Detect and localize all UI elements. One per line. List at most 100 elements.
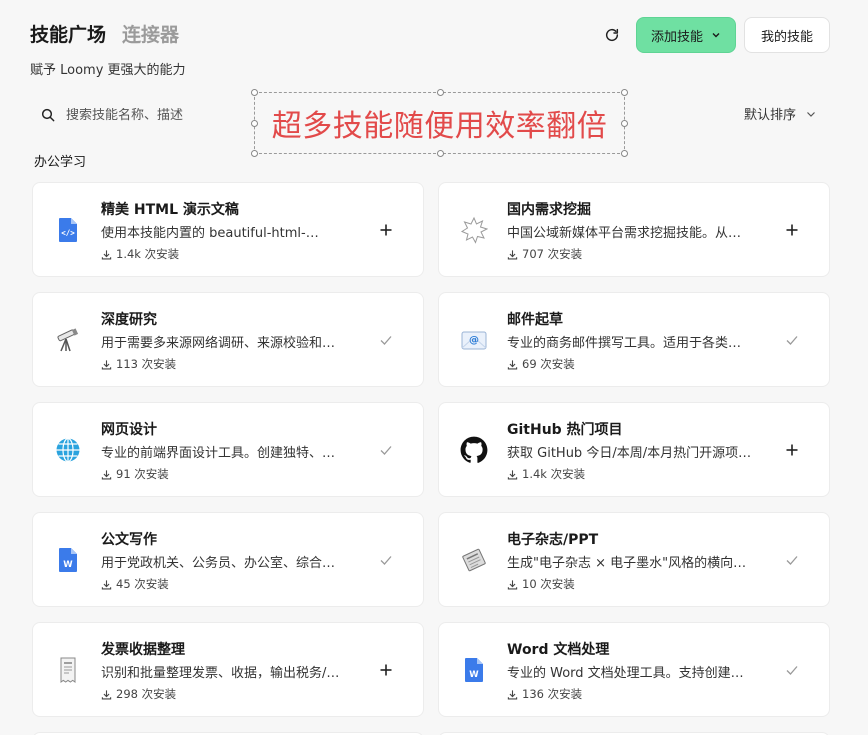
download-icon	[101, 469, 112, 480]
search-input[interactable]	[66, 107, 226, 123]
add-skill-icon-button[interactable]	[377, 661, 395, 679]
install-count: 91 次安装	[101, 466, 361, 482]
skill-title: 国内需求挖掘	[507, 202, 591, 218]
skill-card[interactable]: 发票收据整理 识别和批量整理发票、收据，输出税务/… 298 次安装	[32, 622, 424, 717]
add-skill-icon-button[interactable]	[783, 221, 801, 239]
receipt-icon	[53, 655, 83, 685]
add-skill-icon-button[interactable]	[377, 221, 395, 239]
skill-grid: </> 精美 HTML 演示文稿使用本技能内置的 beautiful-html-……	[32, 182, 830, 735]
download-icon	[507, 249, 518, 260]
install-count: 10 次安装	[507, 576, 767, 592]
refresh-icon	[605, 28, 619, 42]
resize-handle	[251, 120, 258, 127]
tab-skill-plaza[interactable]: 技能广场	[30, 20, 106, 47]
page-subtitle: 赋予 Loomy 更强大的能力	[30, 63, 186, 78]
download-icon	[101, 249, 112, 260]
install-count-label: 707 次安装	[522, 247, 583, 261]
promo-banner: 超多技能随便用效率翻倍	[251, 89, 628, 157]
skill-info: 发票收据整理 识别和批量整理发票、收据，输出税务/… 298 次安装	[101, 639, 361, 702]
install-count-label: 45 次安装	[116, 577, 169, 591]
skill-info: 精美 HTML 演示文稿使用本技能内置的 beautiful-html-… 1.4…	[101, 199, 361, 262]
skill-card[interactable]: GitHub 热门项目 获取 GitHub 今日/本周/本月热门开源项… 1.4k …	[438, 402, 830, 497]
skill-info: 网页设计专业的前端界面设计工具。创建独特、… 91 次安装	[101, 419, 361, 482]
resize-handle	[437, 89, 444, 96]
install-count-label: 113 次安装	[116, 357, 177, 371]
skill-title: 深度研究	[101, 312, 157, 328]
skill-title: 公文写作	[101, 532, 157, 548]
add-skill-button[interactable]: 添加技能	[635, 17, 736, 53]
telescope-icon	[53, 325, 83, 355]
burst-icon	[459, 215, 489, 245]
install-count: 707 次安装	[507, 246, 767, 262]
header-actions: 添加技能 我的技能	[596, 17, 830, 53]
svg-text:W: W	[63, 560, 73, 570]
promo-text: 超多技能随便用效率翻倍	[271, 109, 608, 144]
skill-info: 邮件起草专业的商务邮件撰写工具。适用于各类… 69 次安装	[507, 309, 767, 372]
tab-connectors[interactable]: 连接器	[122, 20, 179, 47]
skill-info: GitHub 热门项目 获取 GitHub 今日/本周/本月热门开源项… 1.4k …	[507, 419, 767, 482]
github-icon	[459, 435, 489, 465]
newspaper-icon	[459, 545, 489, 575]
svg-text:@: @	[469, 335, 479, 346]
skill-title: 发票收据整理	[101, 642, 185, 658]
skill-card[interactable]: W Word 文档处理 专业的 Word 文档处理工具。支持创建… 136 次安装	[438, 622, 830, 717]
skill-title: GitHub 热门项目	[507, 422, 623, 438]
page-header: 技能广场 连接器 赋予 Loomy 更强大的能力	[30, 20, 186, 78]
skill-card[interactable]: W 公文写作用于党政机关、公务员、办公室、综合… 45 次安装	[32, 512, 424, 607]
skill-description: 专业的商务邮件撰写工具。适用于各类…	[507, 336, 742, 351]
download-icon	[101, 579, 112, 590]
html-doc-icon: </>	[53, 215, 83, 245]
tab-bar: 技能广场 连接器	[30, 20, 186, 47]
skill-description: 使用本技能内置的 beautiful-html-…	[101, 226, 319, 241]
skill-info: 公文写作用于党政机关、公务员、办公室、综合… 45 次安装	[101, 529, 361, 592]
skill-info: 深度研究用于需要多来源网络调研、来源校验和… 113 次安装	[101, 309, 361, 372]
install-count: 45 次安装	[101, 576, 361, 592]
skill-card[interactable]: </> 精美 HTML 演示文稿使用本技能内置的 beautiful-html-……	[32, 182, 424, 277]
download-icon	[101, 689, 112, 700]
my-skills-button[interactable]: 我的技能	[743, 17, 830, 53]
skill-card[interactable]: @ 邮件起草专业的商务邮件撰写工具。适用于各类… 69 次安装	[438, 292, 830, 387]
install-count: 298 次安装	[101, 686, 361, 702]
download-icon	[507, 469, 518, 480]
install-count-label: 69 次安装	[522, 357, 575, 371]
skill-info: 电子杂志/PPT 生成"电子杂志 × 电子墨水"风格的横向… 10 次安装	[507, 529, 767, 592]
download-icon	[507, 359, 518, 370]
skill-title: 邮件起草	[507, 312, 563, 328]
section-title: 办公学习	[34, 155, 87, 170]
skill-title: 网页设计	[101, 422, 157, 438]
skill-description: 生成"电子杂志 × 电子墨水"风格的横向…	[507, 556, 747, 571]
install-count-label: 1.4k 次安装	[116, 247, 180, 261]
skill-card[interactable]: 电子杂志/PPT 生成"电子杂志 × 电子墨水"风格的横向… 10 次安装	[438, 512, 830, 607]
skill-card[interactable]: 网页设计专业的前端界面设计工具。创建独特、… 91 次安装	[32, 402, 424, 497]
resize-handle	[621, 120, 628, 127]
add-skill-label: 添加技能	[650, 29, 703, 45]
sort-dropdown[interactable]: 默认排序	[744, 104, 816, 123]
skill-title: 电子杂志/PPT	[507, 532, 599, 548]
install-count: 1.4k 次安装	[101, 246, 361, 262]
skill-description: 专业的 Word 文档处理工具。支持创建…	[507, 666, 744, 681]
resize-handle	[437, 150, 444, 157]
skill-description: 获取 GitHub 今日/本周/本月热门开源项…	[507, 446, 752, 461]
skill-card[interactable]: 深度研究用于需要多来源网络调研、来源校验和… 113 次安装	[32, 292, 424, 387]
skill-info: Word 文档处理 专业的 Word 文档处理工具。支持创建… 136 次安装	[507, 639, 767, 702]
install-count-label: 91 次安装	[116, 467, 169, 481]
skill-card[interactable]: 国内需求挖掘 中国公域新媒体平台需求挖掘技能。从… 707 次安装	[438, 182, 830, 277]
email-icon: @	[459, 325, 489, 355]
search-icon	[41, 108, 55, 122]
skill-info: 国内需求挖掘 中国公域新媒体平台需求挖掘技能。从… 707 次安装	[507, 199, 767, 262]
svg-text:</>: </>	[61, 229, 75, 238]
svg-text:W: W	[469, 670, 479, 680]
resize-handle	[251, 150, 258, 157]
resize-handle	[621, 150, 628, 157]
download-icon	[101, 359, 112, 370]
skill-description: 用于党政机关、公务员、办公室、综合…	[101, 556, 336, 571]
installed-check-icon	[783, 551, 801, 569]
install-count-label: 136 次安装	[522, 687, 583, 701]
install-count: 69 次安装	[507, 356, 767, 372]
my-skills-label: 我的技能	[760, 29, 813, 45]
add-skill-icon-button[interactable]	[783, 441, 801, 459]
skill-description: 专业的前端界面设计工具。创建独特、…	[101, 446, 336, 461]
skill-description: 用于需要多来源网络调研、来源校验和…	[101, 336, 336, 351]
skill-title: 精美 HTML 演示文稿	[101, 202, 239, 218]
refresh-button[interactable]	[596, 17, 628, 53]
